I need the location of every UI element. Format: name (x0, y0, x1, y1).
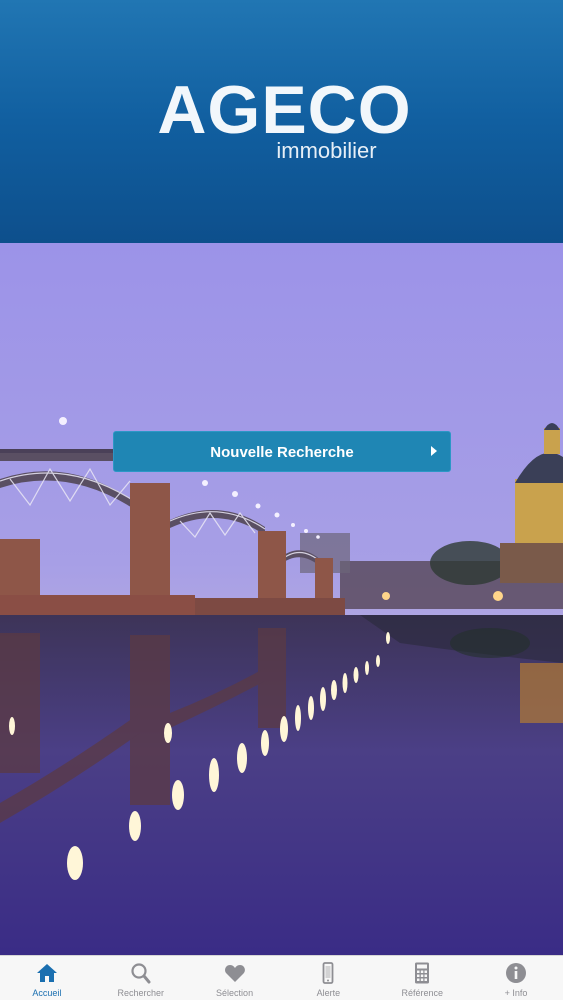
chevron-right-icon (431, 446, 437, 456)
tab-bar: Accueil Rechercher Sélection Alerte Réfé… (0, 955, 563, 1000)
app-header: AGECO immobilier (0, 0, 563, 243)
info-icon (506, 963, 527, 983)
hero-image (0, 243, 563, 955)
new-search-button[interactable]: Nouvelle Recherche (113, 431, 451, 472)
tab-label: Sélection (216, 988, 254, 998)
tab-accueil[interactable]: Accueil (0, 956, 94, 1000)
search-icon (131, 963, 151, 984)
logo: AGECO immobilier (0, 74, 563, 162)
logo-brand: AGECO (157, 72, 412, 148)
tab-label: + Info (504, 988, 528, 998)
tab-info[interactable]: + Info (469, 956, 563, 1000)
heart-icon (224, 965, 245, 982)
tab-label: Référence (401, 988, 443, 998)
new-search-label: Nouvelle Recherche (210, 444, 354, 461)
tab-reference[interactable]: Référence (375, 956, 469, 1000)
tab-rechercher[interactable]: Rechercher (94, 956, 188, 1000)
phone-icon (322, 962, 334, 984)
tab-label: Alerte (316, 988, 341, 998)
tab-alerte[interactable]: Alerte (281, 956, 375, 1000)
tab-label: Accueil (32, 988, 62, 998)
tab-selection[interactable]: Sélection (188, 956, 282, 1000)
home-icon (36, 964, 57, 982)
tab-label: Rechercher (117, 988, 164, 998)
calculator-icon (415, 962, 430, 984)
